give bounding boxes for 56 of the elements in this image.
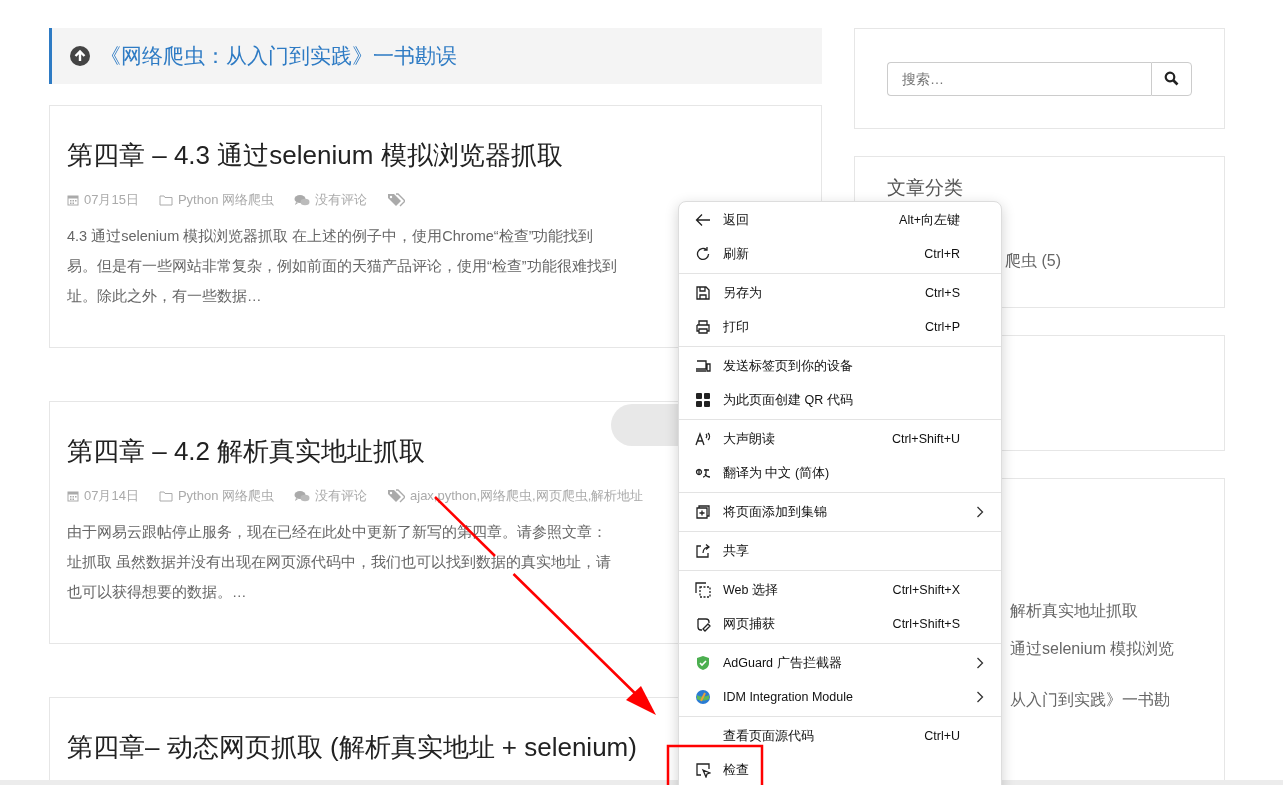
menu-item[interactable]: 查看页面源代码 Ctrl+U (679, 719, 1001, 753)
menu-item[interactable]: 共享 (679, 534, 1001, 568)
menu-item[interactable]: 为此页面创建 QR 代码 (679, 383, 1001, 417)
menu-item[interactable]: 刷新 Ctrl+R (679, 237, 1001, 271)
folder-icon (158, 194, 173, 206)
category-item[interactable]: 爬虫 (5) (1005, 251, 1192, 272)
menu-item[interactable]: 翻译为 中文 (简体) (679, 456, 1001, 490)
excerpt-line: 也可以获得想要的数据。… (67, 583, 247, 602)
comments-icon (294, 489, 310, 503)
excerpt-line: 址。除此之外，有一些数据… (67, 287, 262, 306)
shield-icon (695, 655, 711, 671)
menu-item[interactable]: AdGuard 广告拦截器 (679, 646, 1001, 680)
tags-icon (387, 489, 405, 503)
excerpt-line: 易。但是有一些网站非常复杂，例如前面的天猫产品评论，使用“检查”功能很难找到 (67, 257, 617, 276)
back-arrow-icon (695, 212, 711, 228)
widget-title: 文章分类 (887, 176, 964, 200)
collection-add-icon (695, 504, 711, 520)
menu-item[interactable]: 另存为 Ctrl+S (679, 276, 1001, 310)
menu-item[interactable]: 网页捕获 Ctrl+Shift+S (679, 607, 1001, 641)
calendar-icon (67, 194, 79, 206)
search-field[interactable]: 搜索… (887, 61, 1151, 96)
menu-item[interactable]: 发送标签页到你的设备 (679, 349, 1001, 383)
inspect-icon (695, 762, 711, 778)
menu-item[interactable]: 打印 Ctrl+P (679, 310, 1001, 344)
notice-link[interactable]: 《网络爬虫：从入门到实践》一书勘误 (100, 42, 457, 70)
read-aloud-icon (695, 431, 711, 447)
menu-item[interactable]: 将页面添加到集锦 (679, 495, 1001, 529)
folder-icon (158, 490, 173, 502)
devices-icon (695, 358, 711, 374)
post-title[interactable]: 第四章 – 4.3 通过selenium 模拟浏览器抓取 (67, 138, 804, 173)
post-date: 07月14日 (84, 487, 139, 505)
menu-item[interactable]: 检查 (679, 753, 1001, 785)
menu-item[interactable]: IDM Integration Module (679, 680, 1001, 714)
menu-item[interactable]: 返回 Alt+向左键 (679, 203, 1001, 237)
search-icon (1164, 71, 1179, 86)
screenshot-icon (695, 616, 711, 632)
printer-icon (695, 319, 711, 335)
comments-icon (294, 193, 310, 207)
web-select-icon (695, 582, 711, 598)
share-icon (695, 543, 711, 559)
recent-post-link[interactable]: 从入门到实践》一书勘 (1010, 690, 1224, 711)
menu-item[interactable]: Web 选择 Ctrl+Shift+X (679, 573, 1001, 607)
search-button[interactable] (1151, 61, 1192, 96)
calendar-icon (67, 490, 79, 502)
menu-item[interactable]: 大声朗读 Ctrl+Shift+U (679, 422, 1001, 456)
globe-icon (695, 689, 711, 705)
excerpt-line: 址抓取 虽然数据并没有出现在网页源代码中，我们也可以找到数据的真实地址，请 (67, 553, 612, 572)
save-icon (695, 285, 711, 301)
post-date: 07月15日 (84, 191, 139, 209)
tags-icon (387, 193, 405, 207)
excerpt-line: 4.3 通过selenium 模拟浏览器抓取 在上述的例子中，使用Chrome“检查”功能找到 (67, 227, 594, 246)
qr-code-icon (695, 392, 711, 408)
recent-post-link[interactable]: 通过selenium 模拟浏览 (1010, 639, 1224, 660)
refresh-icon (695, 246, 711, 262)
recent-post-link[interactable]: 解析真实地址抓取 (1010, 601, 1224, 622)
up-arrow-circle-icon (70, 46, 90, 66)
